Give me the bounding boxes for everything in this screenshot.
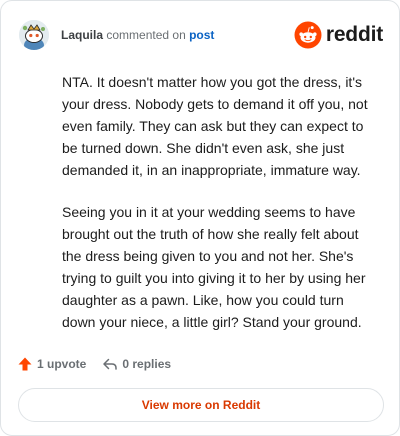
- upvote-button[interactable]: 1 upvote: [17, 356, 86, 372]
- reddit-alien-icon: [294, 21, 322, 49]
- snoo-avatar-icon: [19, 20, 49, 50]
- action-text: commented on: [106, 28, 186, 42]
- view-more-on-reddit-button[interactable]: View more on Reddit: [18, 388, 384, 422]
- username-link[interactable]: Laquila: [61, 28, 103, 42]
- comment-actions: 1 upvote 0 replies: [17, 353, 171, 375]
- upvote-count: 1 upvote: [37, 357, 87, 371]
- comment-body: NTA. It doesn't matter how you got the d…: [62, 71, 376, 353]
- replies-count: 0 replies: [122, 357, 172, 371]
- comment-paragraph: Seeing you in it at your wedding seems t…: [62, 204, 366, 330]
- user-avatar[interactable]: [19, 20, 49, 50]
- upvote-arrow-icon: [18, 357, 32, 371]
- post-link[interactable]: post: [189, 28, 214, 42]
- reddit-logo[interactable]: reddit: [294, 21, 383, 49]
- comment-byline: Laquila commented on post: [61, 28, 214, 42]
- replies-button[interactable]: 0 replies: [102, 356, 171, 372]
- embedded-comment-card: Laquila commented on post reddit NTA. It…: [0, 0, 400, 436]
- reddit-wordmark: reddit: [325, 23, 383, 46]
- comment-header: Laquila commented on post reddit: [19, 17, 383, 53]
- reply-arrow-icon: [103, 358, 118, 370]
- comment-paragraph: NTA. It doesn't matter how you got the d…: [62, 74, 368, 178]
